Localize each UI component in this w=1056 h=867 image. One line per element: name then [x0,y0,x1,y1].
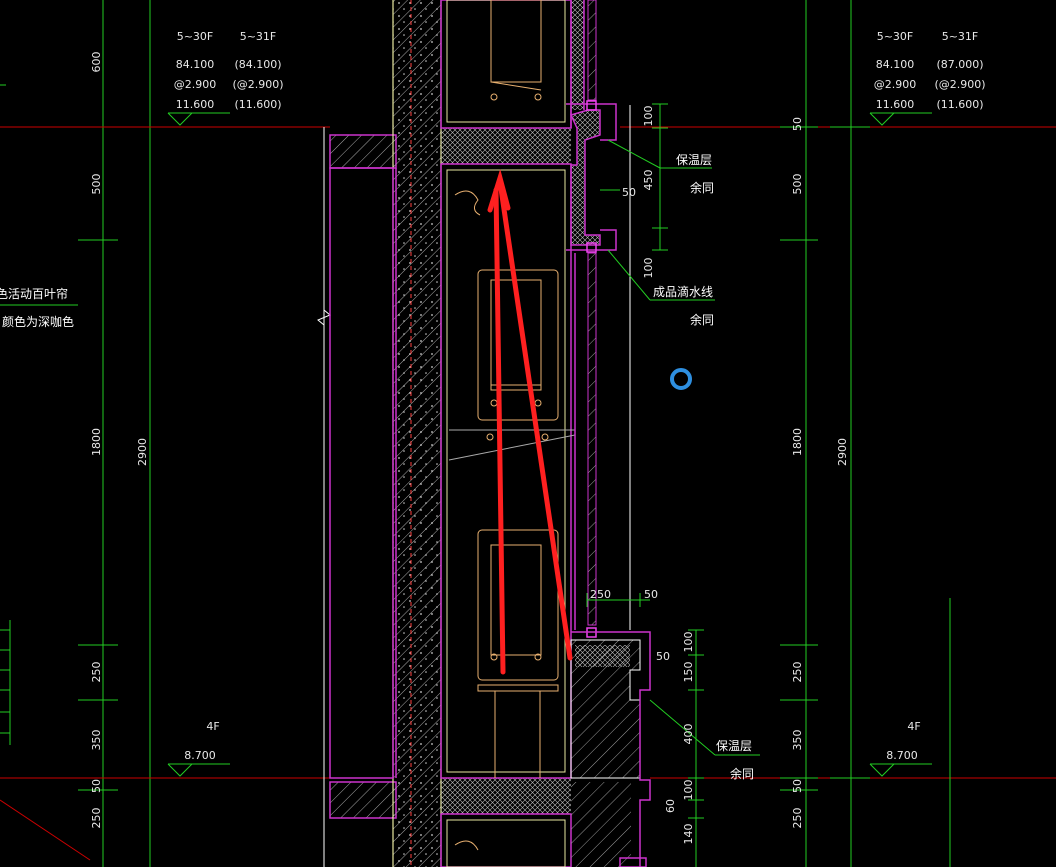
detail-dim-450: 450 [642,170,655,191]
right-dim-50: 50 [791,117,804,131]
right-dim-50b: 50 [791,779,804,793]
cad-drawing: 600 500 1800 2900 250 350 50 250 5~30F 5… [0,0,1056,867]
callout-insulation-bottom: 保温层 [716,739,752,753]
detail-dim-150: 150 [682,662,695,683]
right-level-header-1: 5~30F [877,30,914,43]
right-dim-500: 500 [791,174,804,195]
left-dim-250: 250 [90,662,103,683]
left-dim-1800: 1800 [90,428,103,456]
right-level-r3c2: (11.600) [936,98,983,111]
left-floor-label: 4F [206,720,219,733]
right-level-r3c1: 11.600 [876,98,915,111]
right-dim-250: 250 [791,662,804,683]
left-note-line2: 颜色为深咖色 [2,314,74,329]
detail-dim-100-top: 100 [642,106,655,127]
left-note: 色活动百叶帘 颜色为深咖色 [0,286,74,329]
facade-detail [566,0,651,867]
left-level-r3c2: (11.600) [234,98,281,111]
left-level-header-2: 5~31F [240,30,277,43]
left-note-line1: 色活动百叶帘 [0,286,68,301]
left-dim-250b: 250 [90,808,103,829]
left-dim-texts: 600 500 1800 2900 250 350 50 250 [90,52,149,829]
left-level-r3c1: 11.600 [176,98,215,111]
left-level-table: 5~30F 5~31F 84.100 (84.100) @2.900 (@2.9… [174,30,284,762]
callout-same-top: 余同 [690,180,714,195]
callout-same-bottom: 余同 [730,766,754,781]
detail-dim-50c: 50 [656,650,670,663]
detail-dim-50b: 50 [644,588,658,601]
detail-dim-140: 140 [682,824,695,845]
left-floor-level: 8.700 [184,749,216,762]
detail-dim-400: 400 [682,724,695,745]
left-dim-2900: 2900 [136,438,149,466]
callout-drip-line: 成品滴水线 [653,284,713,299]
callout-texts: 保温层 余同 成品滴水线 余同 保温层 余同 [653,153,754,781]
left-level-header-1: 5~30F [177,30,214,43]
left-dim-50: 50 [90,779,103,793]
cursor-indicator [670,368,692,390]
right-dim-350: 350 [791,730,804,751]
callout-insulation-top: 保温层 [676,153,712,167]
left-level-r1c1: 84.100 [176,58,215,71]
left-level-r2c1: @2.900 [174,78,217,91]
right-level-table: 5~30F 5~31F 84.100 (87.000) @2.900 (@2.9… [874,30,986,762]
callout-same-mid: 余同 [690,312,714,327]
right-level-r2c1: @2.900 [874,78,917,91]
right-floor-level: 8.700 [886,749,918,762]
left-dim-600: 600 [90,52,103,73]
right-level-r2c2: (@2.900) [934,78,985,91]
left-level-r2c2: (@2.900) [232,78,283,91]
detail-dim-60: 60 [664,799,677,813]
detail-dim-100c: 100 [682,632,695,653]
detail-dim-100d: 100 [682,780,695,801]
right-dim-texts: 50 500 1800 2900 250 350 50 250 [791,117,849,829]
detail-dim-50: 50 [622,186,636,199]
right-dim-2900: 2900 [836,438,849,466]
right-dimension-system [780,0,951,867]
left-dimension-system [0,0,230,867]
right-level-r1c2: (87.000) [936,58,983,71]
left-dim-350: 350 [90,730,103,751]
detail-dim-250: 250 [590,588,611,601]
detail-dim-100-bottom: 100 [642,258,655,279]
right-floor-label: 4F [907,720,920,733]
left-dim-500: 500 [90,174,103,195]
right-dim-250b: 250 [791,808,804,829]
right-level-header-2: 5~31F [942,30,979,43]
left-level-r1c2: (84.100) [234,58,281,71]
right-level-r1c1: 84.100 [876,58,915,71]
right-dim-1800: 1800 [791,428,804,456]
